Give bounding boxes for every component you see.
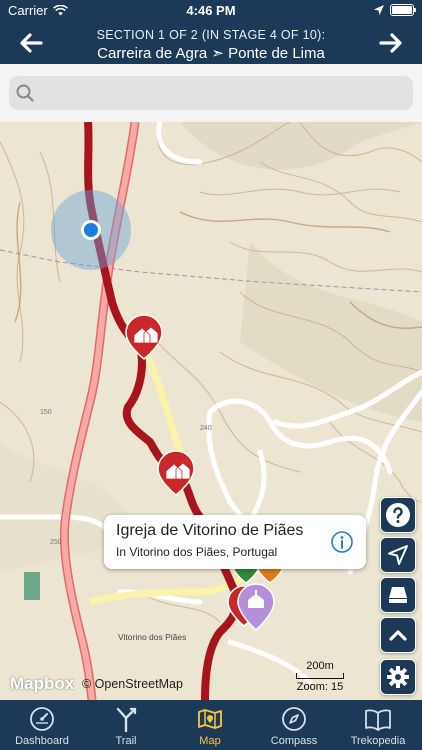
map-style-icon [389,587,407,603]
map-scale: 200m Zoom: 15 [296,660,344,693]
clock: 4:46 PM [186,3,236,18]
help-icon [386,503,410,527]
tab-dashboard[interactable]: Dashboard [0,700,84,750]
navigation-arrow-icon [388,545,408,565]
tab-bar: Dashboard Trail Map Compass Trekopedia [0,700,422,750]
search-box[interactable] [9,76,413,112]
previous-section-button[interactable] [14,28,48,58]
book-icon [365,709,391,731]
battery-icon [390,4,416,16]
current-location-marker [51,190,131,270]
tab-label: Dashboard [15,735,69,747]
road-number: 240 [200,425,212,432]
section-subtitle: SECTION 1 OF 2 (IN STAGE 4 OF 10): [96,28,326,42]
tab-label: Trekopedia [350,735,406,747]
poi-popup[interactable]: Igreja de Vitorino de Piães In Vitorino … [104,515,366,569]
place-label: Vitorino dos Piães [118,632,186,642]
tab-label: Compass [270,735,318,747]
search-bar [0,64,422,123]
dashboard-icon [30,707,54,731]
scale-label: 200m [306,660,334,672]
section-title: Carreira de Agra ➣ Ponte de Lima [97,45,325,62]
tab-map[interactable]: Map [168,700,252,750]
tab-label: Trail [115,735,137,747]
poi-subtitle: In Vitorino dos Piães, Portugal [116,545,278,559]
tab-trekopedia[interactable]: Trekopedia [336,700,420,750]
expand-panel-button[interactable] [380,617,416,653]
compass-icon [282,707,306,731]
section-header: SECTION 1 OF 2 (IN STAGE 4 OF 10): Carre… [0,22,422,64]
locate-me-button[interactable] [380,537,416,573]
map-layers-button[interactable] [380,577,416,613]
info-icon[interactable] [330,530,354,554]
arrow-left-icon [20,33,43,53]
tab-trail[interactable]: Trail [84,700,168,750]
zoom-label: Zoom: 15 [296,681,344,693]
road-number: 250 [50,539,62,546]
gear-icon [387,666,409,688]
road-number: 150 [40,409,52,416]
trail-icon [116,707,137,732]
tab-label: Map [199,735,221,747]
map-icon [198,709,222,729]
topo-map: 150 240 250 Vitorino dos Piães [0,122,422,700]
settings-button[interactable] [380,659,416,695]
mapbox-logo[interactable]: Mapbox [10,674,74,694]
map-view[interactable]: 150 240 250 Vitorino dos Piães Igreja de… [0,122,422,700]
next-section-button[interactable] [374,28,408,58]
arrow-right-icon [379,33,402,53]
map-attribution[interactable]: © OpenStreetMap [82,677,183,691]
scale-bar [296,673,344,679]
search-input[interactable] [41,76,405,112]
status-bar: Carrier 4:46 PM [0,0,422,22]
poi-title: Igreja de Vitorino de Piães [116,522,304,539]
tab-compass[interactable]: Compass [252,700,336,750]
help-button[interactable] [380,497,416,533]
chevron-up-icon [389,630,407,641]
search-icon [16,84,34,102]
location-arrow-icon [374,5,384,15]
